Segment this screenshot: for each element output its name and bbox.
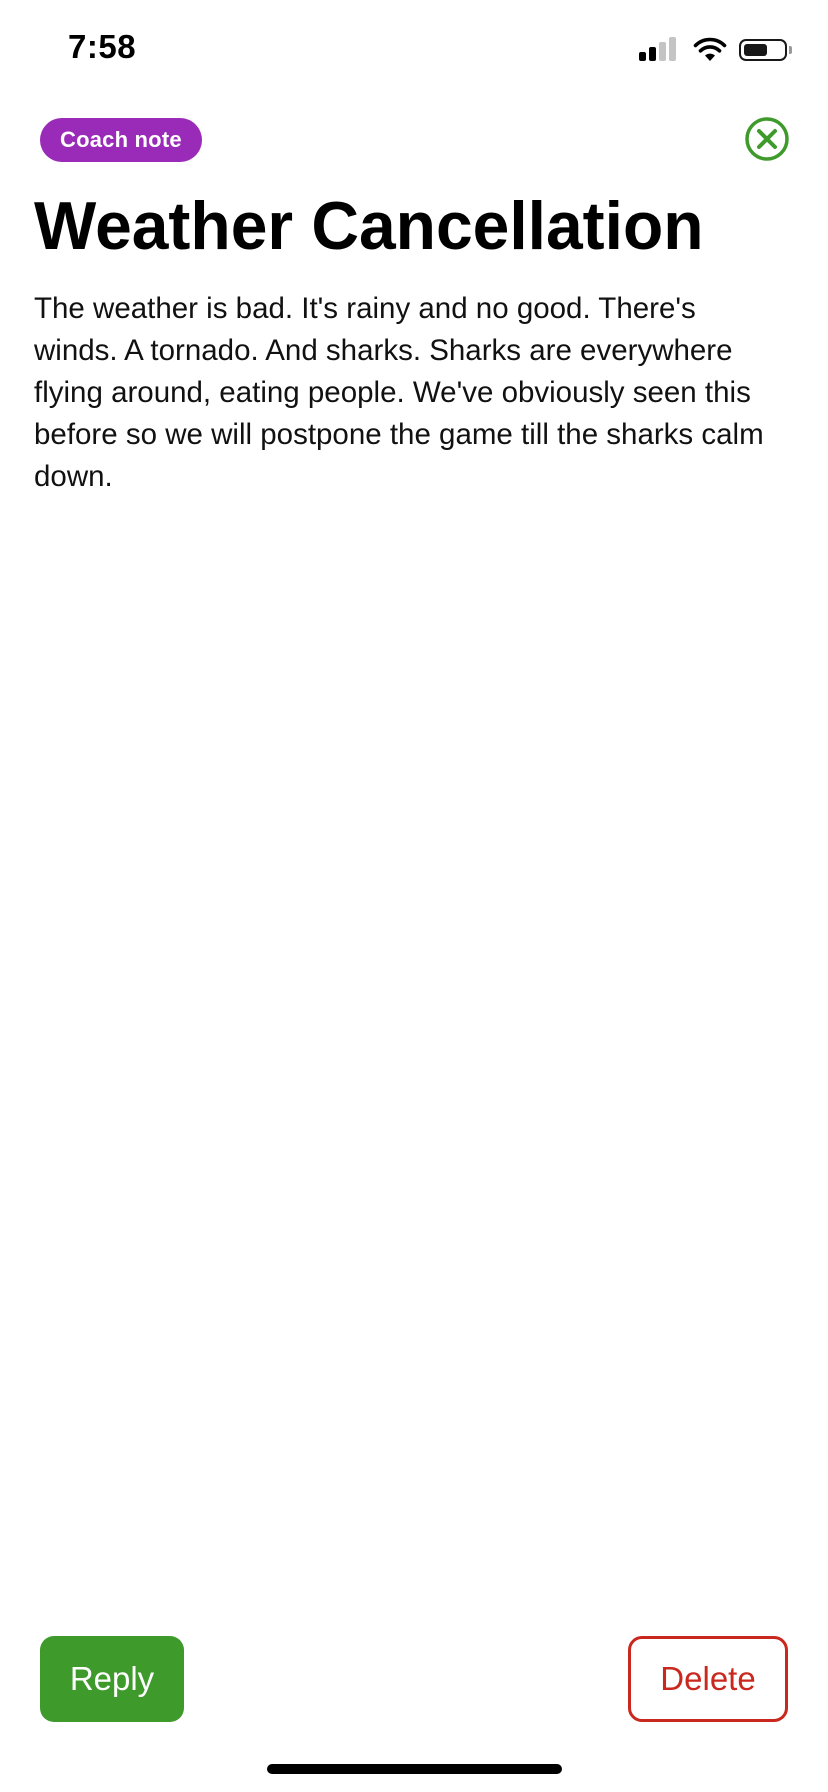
note-body: The weather is bad. It's rainy and no go… — [34, 292, 764, 493]
signal-bar — [669, 37, 676, 61]
status-time: 7:58 — [68, 28, 137, 65]
wifi-icon — [693, 37, 727, 61]
status-bar: 7:58 — [0, 0, 828, 100]
home-indicator[interactable] — [267, 1764, 562, 1774]
status-icons — [639, 36, 792, 64]
close-icon[interactable] — [744, 116, 790, 162]
note-title: Weather Cancellation — [34, 188, 704, 264]
battery-fill — [744, 44, 767, 56]
reply-button[interactable]: Reply — [40, 1636, 184, 1722]
delete-button[interactable]: Delete — [628, 1636, 788, 1722]
cellular-signal-icon — [639, 37, 679, 63]
signal-bar — [649, 47, 656, 61]
signal-bar — [659, 42, 666, 61]
coach-note-badge: Coach note — [40, 118, 202, 162]
battery-icon — [739, 39, 787, 61]
signal-bar — [639, 52, 646, 61]
battery-tip — [789, 46, 792, 54]
